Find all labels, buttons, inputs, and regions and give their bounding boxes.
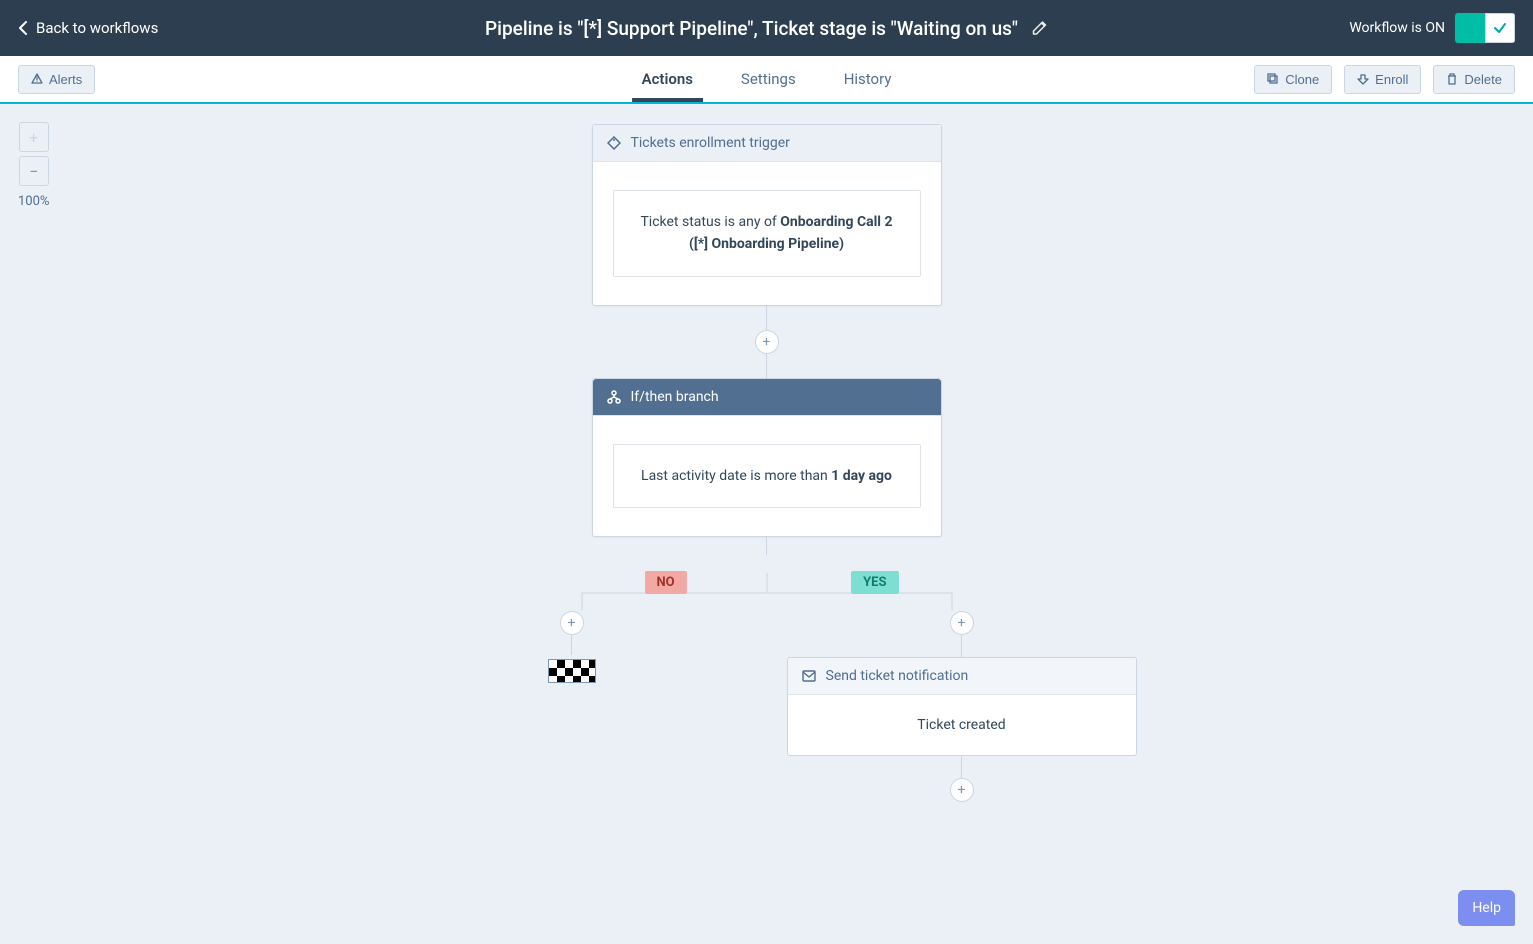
workflow-canvas[interactable]: + − 100% Tickets enrollment trigger Tick… [0, 104, 1533, 944]
branch-split: NO YES + + Send ticket notification [417, 573, 1117, 802]
zoom-controls: + − 100% [18, 122, 49, 209]
connector [961, 635, 962, 657]
branch-prop: Last activity date [641, 468, 747, 484]
delete-label: Delete [1464, 72, 1502, 87]
tab-history[interactable]: History [844, 58, 892, 100]
branch-value: 1 day ago [831, 468, 892, 484]
clone-button[interactable]: Clone [1254, 65, 1332, 94]
add-action-no-button[interactable]: + [560, 611, 584, 635]
add-action-yes-button[interactable]: + [950, 611, 974, 635]
trash-icon [1446, 73, 1458, 85]
branch-condition: Last activity date is more than 1 day ag… [613, 444, 921, 508]
branch-icon [607, 390, 621, 404]
workflow-on-toggle[interactable] [1455, 13, 1515, 43]
pencil-icon[interactable] [1032, 20, 1048, 36]
connector [766, 306, 767, 330]
alerts-label: Alerts [49, 72, 82, 87]
trigger-prop: Ticket status [640, 214, 720, 230]
enroll-icon [1357, 73, 1369, 85]
add-action-after-button[interactable]: + [950, 778, 974, 802]
branch-card[interactable]: If/then branch Last activity date is mor… [592, 378, 942, 537]
warning-icon [31, 73, 43, 85]
alerts-button[interactable]: Alerts [18, 65, 95, 94]
workflow-flow: Tickets enrollment trigger Ticket status… [417, 124, 1117, 802]
workflow-status-label: Workflow is ON [1349, 20, 1445, 36]
trigger-condition: Ticket status is any of Onboarding Call … [613, 190, 921, 277]
trigger-card[interactable]: Tickets enrollment trigger Ticket status… [592, 124, 942, 306]
add-action-button[interactable]: + [755, 330, 779, 354]
branch-card-body: Last activity date is more than 1 day ag… [593, 416, 941, 536]
end-flag-icon [548, 659, 596, 683]
header-right: Workflow is ON [1349, 13, 1515, 43]
branch-no-label: NO [645, 571, 687, 594]
zoom-in-button[interactable]: + [19, 122, 49, 152]
action-card[interactable]: Send ticket notification Ticket created [787, 657, 1137, 756]
connector [571, 635, 572, 655]
zoom-percent: 100% [18, 194, 49, 209]
trigger-card-header: Tickets enrollment trigger [593, 125, 941, 162]
branch-lines [417, 573, 1117, 611]
enroll-label: Enroll [1375, 72, 1408, 87]
zoom-out-button[interactable]: − [19, 156, 49, 186]
back-to-workflows-link[interactable]: Back to workflows [18, 19, 158, 37]
workflow-title: Pipeline is "[*] Support Pipeline", Tick… [485, 17, 1048, 40]
branch-mid: is more than [747, 468, 831, 484]
clone-label: Clone [1285, 72, 1319, 87]
action-card-header: Send ticket notification [788, 658, 1136, 695]
chevron-left-icon [18, 21, 28, 35]
toolbar: Alerts Actions Settings History Clone En… [0, 56, 1533, 104]
mail-icon [802, 670, 816, 682]
trigger-title: Tickets enrollment trigger [631, 135, 790, 151]
action-title: Send ticket notification [826, 668, 969, 684]
tabs: Actions Settings History [642, 56, 892, 102]
clone-icon [1267, 73, 1279, 85]
check-icon [1493, 21, 1507, 35]
toggle-check-side [1485, 13, 1515, 43]
tag-icon [607, 136, 621, 150]
delete-button[interactable]: Delete [1433, 65, 1515, 94]
branch-card-header: If/then branch [593, 379, 941, 416]
help-button[interactable]: Help [1458, 890, 1515, 926]
app-header: Back to workflows Pipeline is "[*] Suppo… [0, 0, 1533, 56]
connector [766, 537, 767, 555]
connector [766, 354, 767, 378]
branch-no-column: + [397, 611, 747, 802]
back-label: Back to workflows [36, 19, 158, 37]
branch-title: If/then branch [631, 389, 719, 405]
title-text: Pipeline is "[*] Support Pipeline", Tick… [485, 17, 1018, 40]
trigger-mid: is any of [721, 214, 780, 230]
branch-columns: + + Send ticket notification Ticket crea… [417, 611, 1117, 802]
trigger-card-body: Ticket status is any of Onboarding Call … [593, 162, 941, 305]
branch-yes-column: + Send ticket notification Ticket create… [787, 611, 1137, 802]
branch-yes-label: YES [851, 571, 898, 594]
toggle-on-side [1455, 13, 1485, 43]
enroll-button[interactable]: Enroll [1344, 65, 1421, 94]
connector [961, 756, 962, 778]
tab-actions[interactable]: Actions [642, 58, 693, 100]
toolbar-right: Clone Enroll Delete [1254, 65, 1515, 94]
action-body: Ticket created [788, 695, 1136, 755]
tab-settings[interactable]: Settings [741, 58, 796, 100]
